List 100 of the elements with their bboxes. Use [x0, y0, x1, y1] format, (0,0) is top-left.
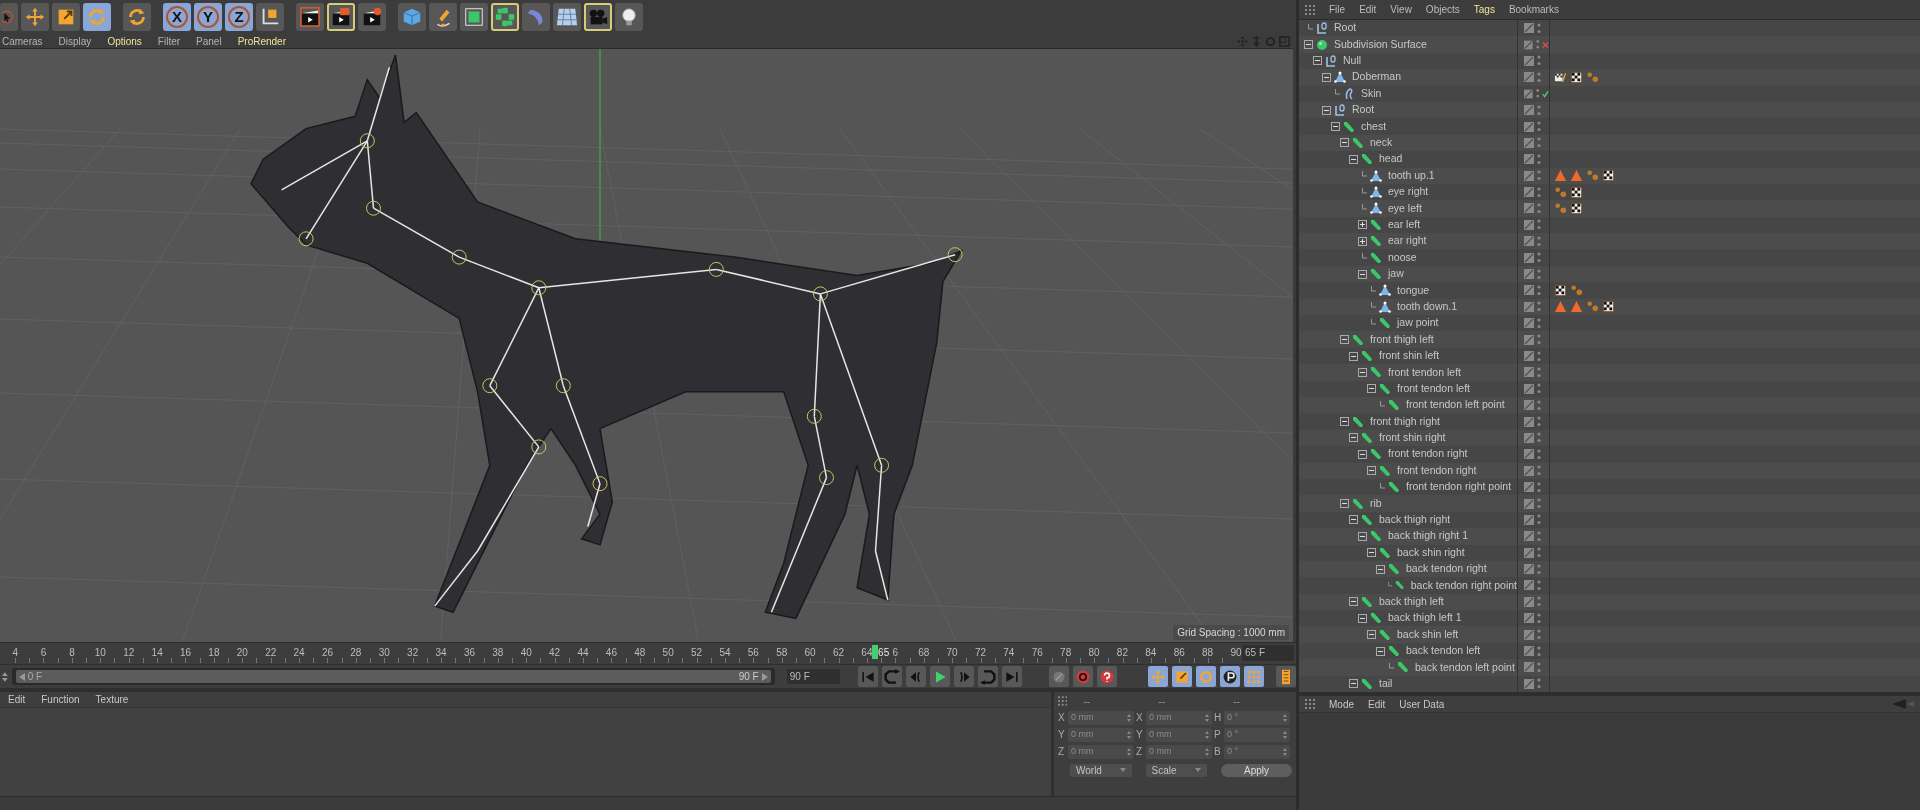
- visibility-dots-icon[interactable]: [1537, 645, 1541, 657]
- visibility-dots-icon[interactable]: [1537, 579, 1541, 591]
- object-name[interactable]: back shin right: [1397, 544, 1465, 561]
- record-button[interactable]: [1073, 666, 1094, 687]
- editor-toggle-icon[interactable]: [1524, 121, 1534, 132]
- move-button[interactable]: [21, 3, 49, 31]
- visibility-dots-icon[interactable]: [1537, 137, 1541, 149]
- editor-toggle-icon[interactable]: [1524, 449, 1534, 460]
- rotate-icon[interactable]: [1265, 35, 1276, 47]
- object-name[interactable]: Null: [1343, 53, 1362, 69]
- menu-item[interactable]: Tags: [1473, 2, 1495, 17]
- collapse-icon[interactable]: [1340, 417, 1349, 427]
- visibility-dots-icon[interactable]: [1537, 563, 1541, 575]
- object-name[interactable]: back tendon right point: [1410, 577, 1517, 594]
- menu-item[interactable]: Edit: [8, 692, 26, 707]
- scale-button[interactable]: [52, 3, 80, 31]
- object-name[interactable]: rib: [1370, 495, 1382, 512]
- collapse-icon[interactable]: [1376, 646, 1385, 656]
- range-slider[interactable]: 0 F 90 F: [11, 668, 775, 685]
- object-name[interactable]: Subdivision Surface: [1334, 36, 1427, 53]
- visibility-dots-icon[interactable]: [1537, 678, 1541, 690]
- collapse-icon[interactable]: [1340, 335, 1349, 345]
- collapse-icon[interactable]: [1358, 269, 1367, 279]
- visibility-dots-icon[interactable]: [1537, 448, 1541, 460]
- visibility-dots-icon[interactable]: [1537, 416, 1541, 428]
- panel-grip-icon[interactable]: [1305, 4, 1315, 15]
- expand-icon[interactable]: [1358, 220, 1367, 230]
- editor-toggle-icon[interactable]: [1524, 301, 1534, 312]
- checker-icon[interactable]: [1602, 169, 1615, 183]
- object-name[interactable]: front tendon right point: [1406, 479, 1512, 495]
- collapse-icon[interactable]: [1358, 613, 1367, 623]
- playhead-marker[interactable]: 65: [872, 645, 890, 659]
- prev-frame-button[interactable]: [905, 666, 926, 687]
- frame-field[interactable]: 65 F: [1242, 645, 1294, 661]
- object-name[interactable]: Skin: [1361, 85, 1382, 102]
- object-name[interactable]: tooth down.1: [1397, 298, 1458, 315]
- editor-toggle-icon[interactable]: [1524, 23, 1534, 34]
- pointer-button[interactable]: [0, 3, 18, 31]
- collapse-icon[interactable]: [1349, 154, 1358, 164]
- subdivision-button[interactable]: [460, 3, 488, 31]
- editor-toggle-icon[interactable]: [1524, 678, 1534, 689]
- dots-icon[interactable]: [1554, 202, 1567, 215]
- light-button[interactable]: [615, 3, 643, 31]
- collapse-icon[interactable]: [1349, 597, 1358, 607]
- range-fill[interactable]: 0 F 90 F: [15, 670, 771, 683]
- object-name[interactable]: front thigh left: [1370, 331, 1434, 348]
- key-button[interactable]: [1049, 666, 1070, 687]
- array-button[interactable]: [491, 3, 519, 31]
- start-button[interactable]: [857, 666, 878, 687]
- camera-button[interactable]: [584, 3, 612, 31]
- editor-toggle-icon[interactable]: [1524, 514, 1534, 525]
- object-name[interactable]: back thigh left 1: [1388, 610, 1462, 627]
- next-key-button[interactable]: [978, 666, 999, 687]
- visibility-dots-icon[interactable]: [1537, 432, 1541, 444]
- visibility-dots-icon[interactable]: [1537, 170, 1541, 182]
- object-name[interactable]: back thigh left: [1379, 594, 1444, 610]
- menu-item[interactable]: Bookmarks: [1508, 2, 1559, 17]
- editor-toggle-icon[interactable]: [1524, 531, 1534, 542]
- object-name[interactable]: tail: [1379, 675, 1393, 692]
- object-name[interactable]: front thigh right: [1370, 413, 1441, 430]
- visibility-dots-icon[interactable]: [1537, 71, 1541, 83]
- editor-toggle-icon[interactable]: [1524, 432, 1534, 443]
- dots-icon[interactable]: [1586, 70, 1599, 84]
- object-name[interactable]: tooth up.1: [1388, 167, 1435, 184]
- visibility-dots-icon[interactable]: [1537, 547, 1541, 559]
- checker-icon[interactable]: [1570, 70, 1583, 84]
- rotate-button[interactable]: [1196, 666, 1217, 687]
- visibility-dots-icon[interactable]: [1537, 366, 1541, 378]
- menu-item[interactable]: Panel: [196, 33, 222, 49]
- editor-toggle-icon[interactable]: [1524, 367, 1534, 378]
- axis-lock-button[interactable]: Y: [194, 3, 222, 31]
- object-name[interactable]: chest: [1361, 118, 1387, 135]
- points-button[interactable]: [1244, 666, 1265, 687]
- object-name[interactable]: front tendon right: [1397, 462, 1477, 479]
- collapse-icon[interactable]: [1367, 384, 1376, 394]
- editor-toggle-icon[interactable]: [1524, 465, 1534, 476]
- maximize-icon[interactable]: [1279, 35, 1290, 47]
- collapse-icon[interactable]: [1322, 105, 1331, 115]
- collapse-icon[interactable]: [1349, 515, 1358, 525]
- autokey-button[interactable]: [1097, 666, 1118, 687]
- object-name[interactable]: jaw: [1388, 266, 1404, 282]
- menu-item[interactable]: Objects: [1425, 2, 1460, 17]
- editor-toggle-icon[interactable]: [1524, 400, 1534, 411]
- editor-toggle-icon[interactable]: [1524, 170, 1534, 181]
- object-name[interactable]: eye right: [1388, 184, 1429, 200]
- film-button[interactable]: [1275, 666, 1296, 687]
- object-name[interactable]: front tendon left point: [1406, 397, 1505, 414]
- visibility-dots-icon[interactable]: [1537, 203, 1541, 214]
- menu-item[interactable]: Mode: [1329, 696, 1354, 712]
- collapse-icon[interactable]: [1349, 351, 1358, 361]
- editor-toggle-icon[interactable]: [1524, 252, 1534, 263]
- render-settings-button[interactable]: [358, 3, 386, 31]
- editor-toggle-icon[interactable]: [1524, 219, 1534, 230]
- close-icon[interactable]: [1542, 40, 1549, 49]
- checker-brush-icon[interactable]: [1554, 70, 1567, 84]
- menu-item[interactable]: Texture: [95, 692, 129, 707]
- visibility-dots-icon[interactable]: [1537, 383, 1541, 395]
- collapse-icon[interactable]: [1331, 122, 1340, 132]
- end-button[interactable]: [1002, 666, 1023, 687]
- next-frame-button[interactable]: [954, 666, 974, 687]
